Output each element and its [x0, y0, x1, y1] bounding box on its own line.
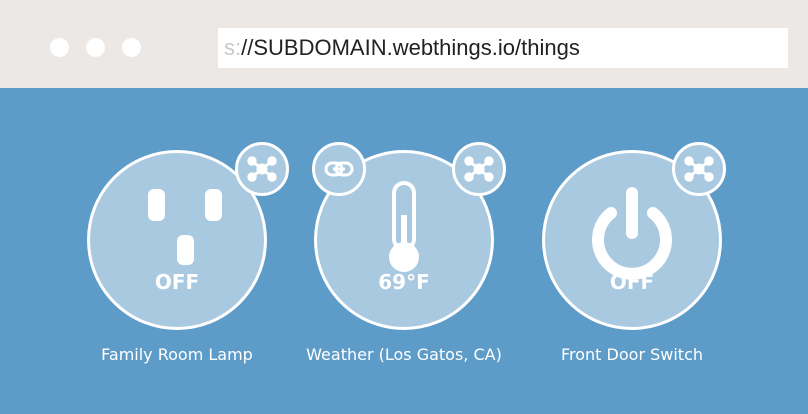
window-maximize-dot[interactable]	[122, 38, 141, 57]
thing-name: Front Door Switch	[560, 345, 703, 364]
thing-name: Weather (Los Gatos, CA)	[306, 345, 502, 364]
browser-toolbar: s://SUBDOMAIN.webthings.io/things	[0, 0, 808, 88]
window-close-dot[interactable]	[50, 38, 69, 57]
network-icon[interactable]	[235, 142, 289, 196]
thing-status: OFF	[154, 270, 200, 294]
url-text: //SUBDOMAIN.webthings.io/things	[241, 35, 580, 60]
thing-status: OFF	[609, 270, 655, 294]
link-icon[interactable]	[312, 142, 366, 196]
network-icon[interactable]	[452, 142, 506, 196]
url-scheme: s:	[224, 35, 242, 60]
things-page: OFF Family Room Lamp 69°F Weather (Los G…	[0, 88, 808, 414]
thing-status: 69°F	[378, 270, 430, 294]
network-icon[interactable]	[672, 142, 726, 196]
thing-name: Family Room Lamp	[101, 345, 253, 364]
window-minimize-dot[interactable]	[86, 38, 105, 57]
address-bar[interactable]: s://SUBDOMAIN.webthings.io/things	[218, 28, 788, 68]
